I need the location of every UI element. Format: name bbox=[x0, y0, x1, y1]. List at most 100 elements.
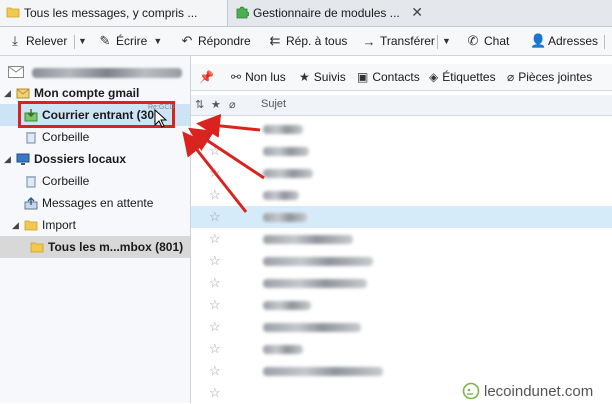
mail-lock-icon bbox=[16, 86, 30, 100]
message-row[interactable]: ☆ bbox=[191, 184, 612, 206]
star-icon[interactable]: ☆ bbox=[209, 297, 221, 313]
message-row[interactable]: ☆ bbox=[191, 228, 612, 250]
filter-contacts[interactable]: ▣ Contacts bbox=[357, 69, 420, 85]
star-icon[interactable]: ☆ bbox=[209, 385, 221, 401]
blurred-subject bbox=[263, 301, 311, 310]
reply-button[interactable]: ↶ Répondre bbox=[180, 31, 251, 51]
filter-unread[interactable]: ⚯ Non lus bbox=[231, 69, 286, 85]
blurred-subject bbox=[263, 345, 303, 354]
message-row[interactable]: ☆ bbox=[191, 140, 612, 162]
blurred-subject bbox=[263, 323, 361, 332]
tab-bar: Tous les messages, y compris ... Gestion… bbox=[0, 0, 612, 27]
star-icon[interactable]: ☆ bbox=[209, 231, 221, 247]
reply-all-icon: ⇇ bbox=[269, 33, 281, 48]
folder-icon bbox=[24, 218, 38, 232]
chevron-down-icon: ◢ bbox=[4, 153, 11, 164]
chat-icon: ✆ bbox=[467, 33, 479, 48]
message-row[interactable]: ☆ bbox=[191, 162, 612, 184]
blurred-subject bbox=[263, 235, 353, 244]
star-column-icon[interactable]: ★ bbox=[211, 98, 221, 111]
forward-button[interactable]: → Transférer bbox=[362, 31, 435, 51]
star-icon[interactable]: ☆ bbox=[209, 319, 221, 335]
message-row[interactable]: ☆ bbox=[191, 338, 612, 360]
mouse-cursor-icon bbox=[154, 108, 168, 132]
user-icon: 👤 bbox=[530, 33, 547, 48]
message-row[interactable]: ☆ bbox=[191, 206, 612, 228]
pin-icon[interactable]: 📌 bbox=[199, 69, 218, 85]
logo-icon bbox=[462, 382, 480, 400]
account-email-blurred bbox=[32, 68, 182, 78]
folder-import[interactable]: ◢ Import bbox=[0, 214, 190, 236]
get-mail-dropdown[interactable]: ▼ bbox=[78, 31, 87, 51]
folder-trash-local[interactable]: Corbeille bbox=[0, 170, 190, 192]
message-row[interactable]: ☆ bbox=[191, 294, 612, 316]
toolbar-divider bbox=[437, 35, 438, 49]
message-row[interactable]: ☆ bbox=[191, 360, 612, 382]
computer-icon bbox=[16, 152, 30, 166]
trash-icon bbox=[24, 130, 38, 144]
pencil-icon: ✎ bbox=[99, 33, 111, 48]
quick-filter-bar: 📌 ⚯ Non lus ★ Suivis ▣ Contacts ◈ Étiquettes… bbox=[191, 64, 612, 91]
filter-attachments[interactable]: ⌀ Pièces jointes bbox=[507, 69, 592, 85]
star-icon[interactable]: ☆ bbox=[209, 187, 221, 203]
watermark: lecoindunet.com bbox=[462, 381, 593, 401]
blurred-subject bbox=[263, 367, 383, 376]
folder-icon bbox=[30, 240, 44, 254]
subject-column-header[interactable]: Sujet bbox=[261, 98, 286, 110]
tab-all-messages[interactable]: Tous les messages, y compris ... bbox=[0, 0, 228, 26]
star-icon[interactable]: ☆ bbox=[209, 363, 221, 379]
chevron-down-icon: ◢ bbox=[12, 219, 19, 230]
blurred-subject bbox=[263, 213, 307, 222]
forward-icon: → bbox=[362, 33, 376, 49]
message-row[interactable]: ☆ bbox=[191, 118, 612, 140]
chevron-down-icon: ▼ bbox=[442, 36, 451, 46]
thread-column-icon[interactable]: ⇅ bbox=[195, 98, 204, 111]
blurred-subject bbox=[263, 191, 299, 200]
chevron-down-icon: ▼ bbox=[78, 36, 87, 46]
chat-button[interactable]: ✆ Chat bbox=[466, 31, 510, 51]
message-row[interactable]: ☆ bbox=[191, 250, 612, 272]
star-icon[interactable]: ☆ bbox=[209, 121, 221, 137]
message-row[interactable]: ☆ bbox=[191, 316, 612, 338]
filter-starred[interactable]: ★ Suivis bbox=[299, 69, 346, 85]
close-icon[interactable]: ✕ bbox=[411, 4, 423, 21]
star-icon[interactable]: ☆ bbox=[209, 209, 221, 225]
folder-icon bbox=[6, 5, 20, 19]
toolbar-divider bbox=[604, 35, 605, 49]
toolbar-divider bbox=[74, 35, 75, 49]
star-icon[interactable]: ☆ bbox=[209, 253, 221, 269]
reply-icon: ↶ bbox=[181, 33, 193, 48]
trash-icon bbox=[24, 174, 38, 188]
glasses-icon: ⚯ bbox=[231, 70, 242, 84]
download-icon: ⤓ bbox=[12, 33, 18, 48]
blurred-subject bbox=[263, 147, 309, 156]
contact-icon: ▣ bbox=[357, 70, 369, 84]
blurred-subject bbox=[263, 279, 367, 288]
filter-tags[interactable]: ◈ Étiquettes bbox=[429, 69, 496, 85]
star-icon[interactable]: ☆ bbox=[209, 341, 221, 357]
star-icon: ★ bbox=[299, 70, 310, 84]
outbox-icon bbox=[24, 196, 38, 210]
reply-all-button[interactable]: ⇇ Rép. à tous bbox=[268, 31, 348, 51]
blurred-subject bbox=[263, 169, 313, 178]
tab-addons-manager[interactable]: Gestionnaire de modules ... ✕ bbox=[229, 0, 429, 26]
watermark-text: lecoindunet.com bbox=[484, 382, 594, 400]
blurred-subject bbox=[263, 125, 303, 134]
folder-local[interactable]: ◢ Dossiers locaux bbox=[0, 148, 190, 170]
star-icon[interactable]: ☆ bbox=[209, 165, 221, 181]
envelope-icon bbox=[8, 66, 24, 81]
attachment-column-icon[interactable]: ⌀ bbox=[229, 98, 236, 111]
folder-outbox[interactable]: Messages en attente bbox=[0, 192, 190, 214]
forward-dropdown[interactable]: ▼ bbox=[442, 31, 451, 51]
address-book-button[interactable]: 👤 Adresses bbox=[530, 31, 598, 51]
write-button[interactable]: ✎ Écrire ▼ bbox=[98, 31, 163, 51]
star-icon[interactable]: ☆ bbox=[209, 275, 221, 291]
blurred-subject bbox=[263, 257, 373, 266]
main-toolbar: ⤓ Relever ▼ ✎ Écrire ▼ ↶ Répondre ⇇ Rép. à to… bbox=[0, 27, 612, 56]
chevron-down-icon: ▼ bbox=[153, 36, 163, 46]
message-list-header: ⇅ ★ ⌀ Sujet bbox=[191, 95, 612, 116]
message-row[interactable]: ☆ bbox=[191, 272, 612, 294]
get-mail-button[interactable]: ⤓ Relever bbox=[8, 31, 67, 51]
star-icon[interactable]: ☆ bbox=[209, 143, 221, 159]
folder-import-mbox[interactable]: Tous les m...mbox (801) bbox=[0, 236, 190, 258]
